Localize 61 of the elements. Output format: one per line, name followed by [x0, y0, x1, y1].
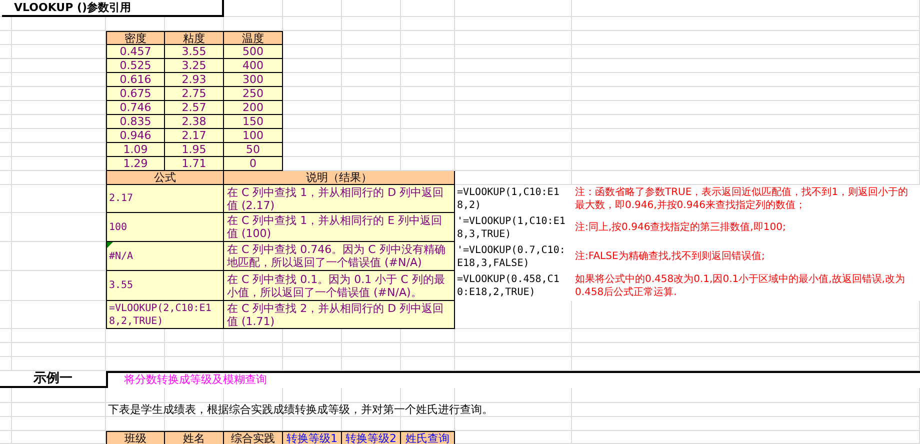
table-cell: 3.55 — [165, 45, 224, 59]
table-cell: 50 — [224, 143, 283, 157]
table-cell: 100 — [224, 129, 283, 143]
table-cell: 1.95 — [165, 143, 224, 157]
table-cell: #N/A — [106, 242, 224, 271]
note-text: 注：函数省略了参数TRUE，表示返回近似匹配值，找不到1，则返回小于的最大数，即0.946,并按0.946来查找指定列的数值； — [572, 185, 920, 213]
column-header: 公式 — [106, 171, 224, 185]
note-text: 注:FALSE为精确查找,找不到则返回错误值; — [572, 242, 920, 271]
table-cell: 150 — [224, 115, 283, 129]
table-cell: 0.675 — [106, 87, 165, 101]
description-text: 下表是学生成绩表，根据综合实践成绩转换成等级，并对第一个姓氏进行查询。 — [107, 403, 494, 417]
section-subtitle: 将分数转换成等级及模糊查询 — [124, 373, 267, 386]
formula-text: =VLOOKUP(0.458,C10:E18,2,TRUE) — [455, 271, 572, 301]
table-cell: 在 C 列中查找 2，并从相同行的 D 列中返回值 (1.71) — [224, 301, 455, 329]
table-cell: 3.25 — [165, 59, 224, 73]
note-text: 如果将公式中的0.458改为0.1,因0.1小于区域中的最小值,故返回错误,改为0.458后公式正常运算. — [572, 271, 920, 301]
sheet-title: VLOOKUP ()参数引用 — [2, 0, 224, 17]
column-header: 粘度 — [165, 31, 224, 45]
table-cell: 2.57 — [165, 101, 224, 115]
table-cell: 3.55 — [106, 271, 224, 301]
table-cell: 500 — [224, 45, 283, 59]
column-header: 综合实践 — [224, 431, 283, 444]
table-cell: 2.93 — [165, 73, 224, 87]
table-cell: 在 C 列中查找 0.1。因为 0.1 小于 C 列的最小值，所以返回了一个错误值 (#N/A)。 — [224, 271, 455, 301]
formula-text: '=VLOOKUP(0.7,C10:E18,3,FALSE) — [455, 242, 572, 271]
table-cell: 在 C 列中查找 1，并从相同行的 D 列中返回值 (2.17) — [224, 185, 455, 213]
table-cell: 1.09 — [106, 143, 165, 157]
table-cell: 200 — [224, 101, 283, 115]
error-indicator-icon — [107, 242, 113, 248]
table-cell: 0.525 — [106, 59, 165, 73]
column-header: 转换等级2 — [342, 431, 401, 444]
section-label: 示例一 — [0, 371, 106, 388]
column-header: 说明（结果） — [224, 171, 455, 185]
formula-text: =VLOOKUP(1,C10:E18,2) — [455, 185, 572, 213]
table-cell: 0.746 — [106, 101, 165, 115]
column-header: 转换等级1 — [283, 431, 342, 444]
table-cell: 0.835 — [106, 115, 165, 129]
table-cell: 100 — [106, 213, 224, 242]
table-cell: 1.71 — [165, 157, 224, 171]
table-cell: 0.946 — [106, 129, 165, 143]
table-cell: 300 — [224, 73, 283, 87]
table-cell: 1.29 — [106, 157, 165, 171]
table-cell: 400 — [224, 59, 283, 73]
table-cell: 2.38 — [165, 115, 224, 129]
table-cell: 2.75 — [165, 87, 224, 101]
note-text: 注:同上,按0.946查找指定的第三排数值,即100; — [572, 213, 920, 242]
formula-text: '=VLOOKUP(1,C10:E18,3,TRUE) — [455, 213, 572, 242]
column-header: 姓名 — [165, 431, 224, 444]
table-cell: 2.17 — [106, 185, 224, 213]
column-header: 班级 — [106, 431, 165, 444]
column-header: 温度 — [224, 31, 283, 45]
table-cell: 在 C 列中查找 0.746。因为 C 列中没有精确地匹配，所以返回了一个错误值 (#N/A) — [224, 242, 455, 271]
column-header: 姓氏查询 — [401, 431, 455, 444]
table-cell: 250 — [224, 87, 283, 101]
table-cell: 2.17 — [165, 129, 224, 143]
table-cell: 0.457 — [106, 45, 165, 59]
table-cell: 在 C 列中查找 1，并从相同行的 E 列中返回值 (100) — [224, 213, 455, 242]
table-cell: 0 — [224, 157, 283, 171]
table-cell: 0.616 — [106, 73, 165, 87]
column-header: 密度 — [106, 31, 165, 45]
table-cell: =VLOOKUP(2,C10:E18,2,TRUE) — [106, 301, 224, 329]
